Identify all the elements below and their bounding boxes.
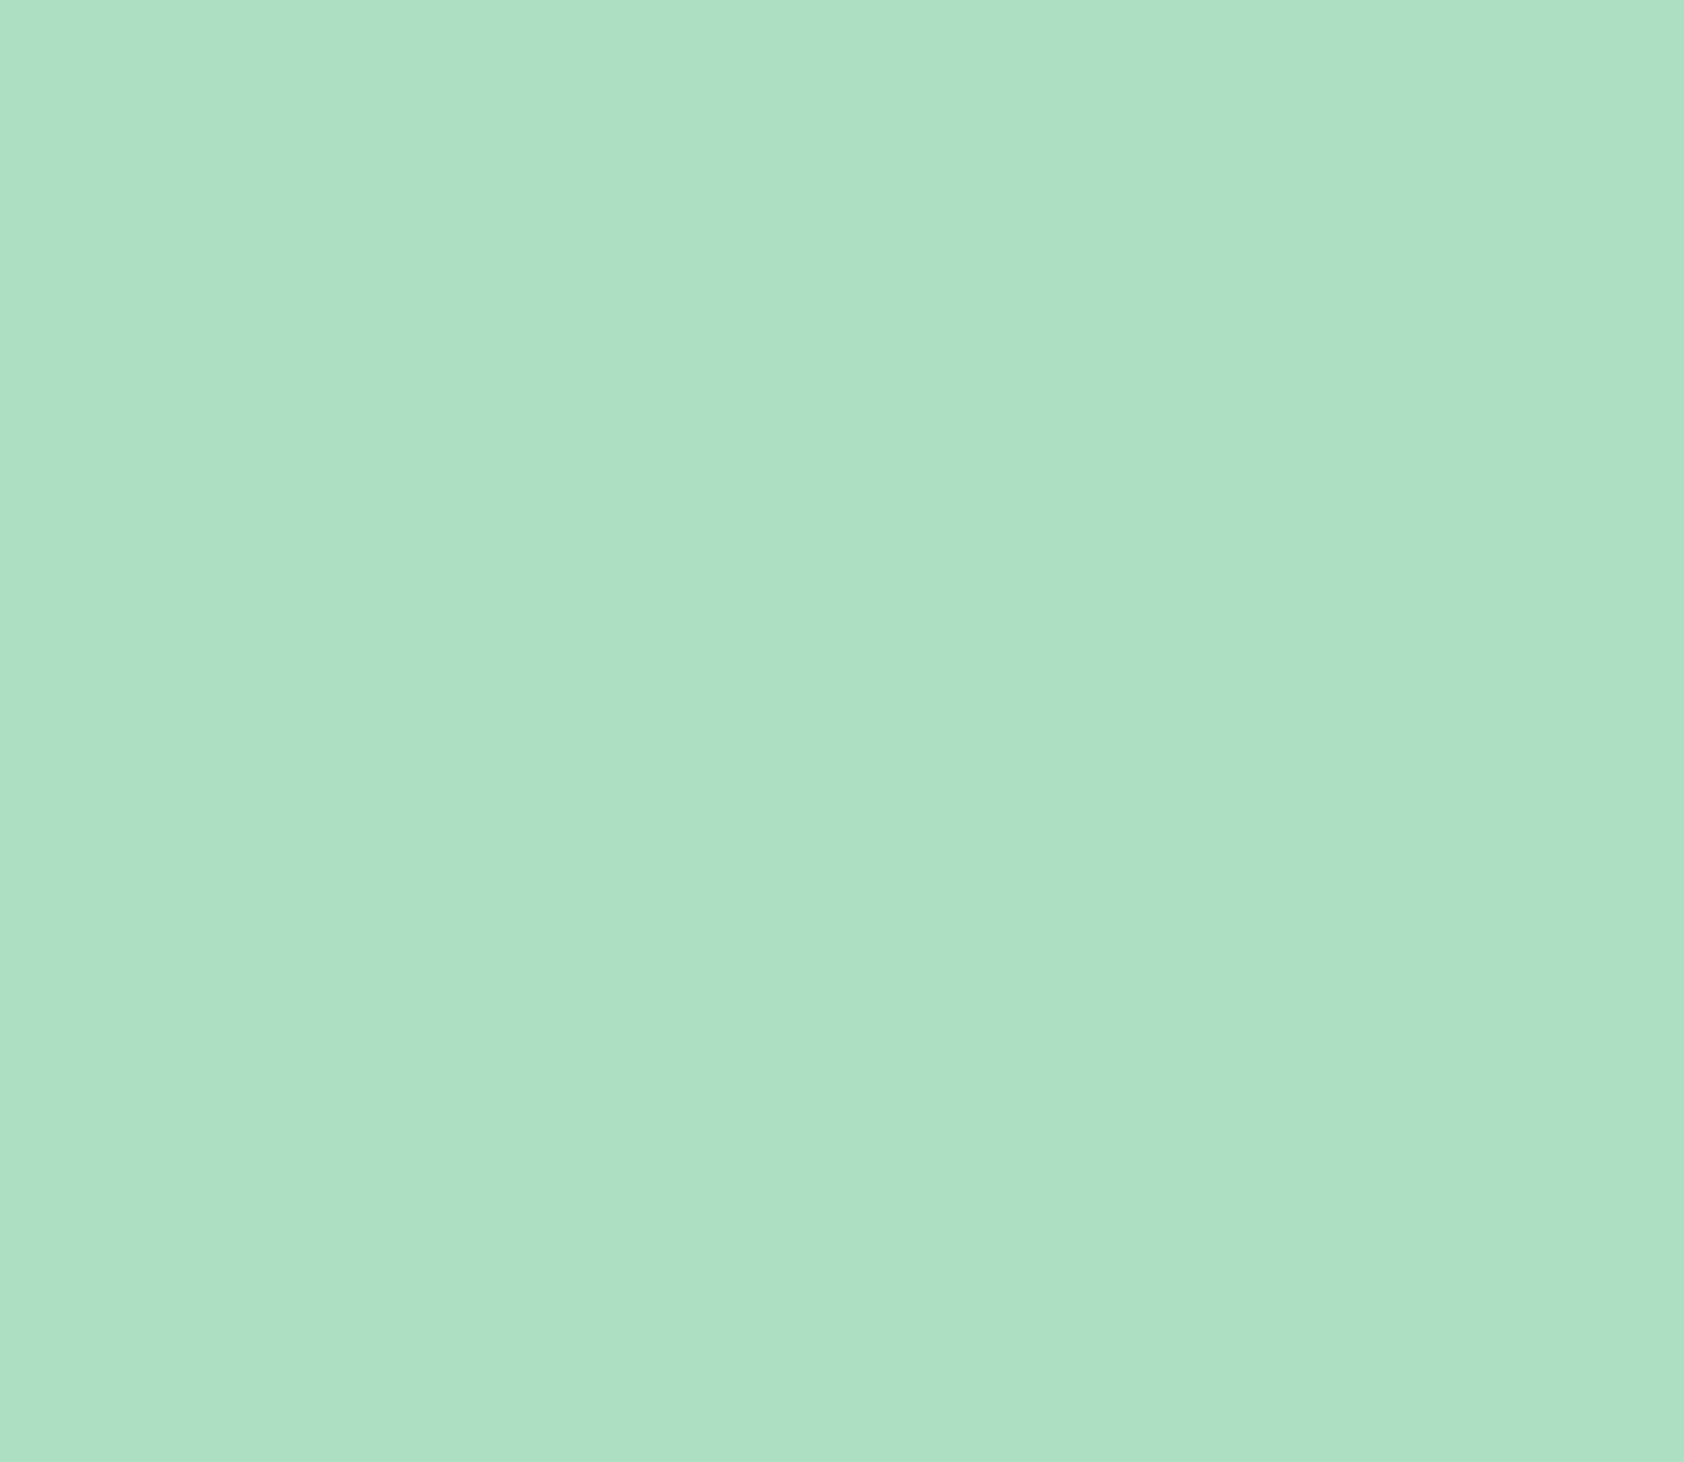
glyph-sheet: A [0, 0, 1684, 1462]
glyph-canvas: A [0, 0, 1684, 1462]
sheet-background [0, 0, 1684, 1462]
